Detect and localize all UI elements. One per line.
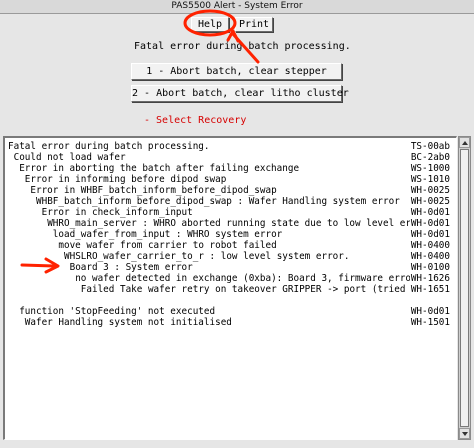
- log-row: WHBF_batch_inform_before_dipod_swap : Wa…: [5, 196, 451, 207]
- log-error-code: WH-0d01: [410, 229, 451, 240]
- log-row: no wafer detected in exchange (0xba): Bo…: [5, 273, 451, 284]
- log-message: WHSLRO_wafer_carrier_to_r : low level sy…: [64, 251, 350, 262]
- log-row: load_wafer_from_input : WHRO system erro…: [5, 229, 451, 240]
- log-error-code: BC-2ab0: [410, 152, 451, 163]
- window-title: PAS5500 Alert - System Error: [0, 0, 474, 14]
- log-row: Fatal error during batch processing. TS-0…: [5, 141, 451, 152]
- log-error-code: TS-00ab: [410, 141, 451, 152]
- help-arrow-head-icon: [226, 29, 240, 43]
- error-log-panel[interactable]: Fatal error during batch processing. TS-0…: [3, 136, 457, 440]
- scroll-down-icon[interactable]: [459, 428, 470, 439]
- log-row: Error in WHBF_batch_inform_before_dipod_…: [5, 185, 451, 196]
- scroll-thumb[interactable]: [460, 149, 469, 427]
- log-error-code: WH-0100: [410, 262, 451, 273]
- help-button[interactable]: Help: [191, 17, 229, 32]
- abort-batch-clear-stepper-button[interactable]: 1 - Abort batch, clear stepper: [131, 63, 342, 80]
- log-message: Could not load wafer: [13, 152, 126, 163]
- log-row: Error in check_inform_input WH-0d01: [5, 207, 451, 218]
- scroll-up-icon[interactable]: [459, 137, 470, 148]
- log-message: Error in aborting the batch after failin…: [19, 163, 300, 174]
- log-error-code: WH-1626: [410, 273, 451, 284]
- log-row: Wafer Handling system not initialised WH-…: [5, 317, 451, 328]
- log-error-code: WH-0400: [410, 251, 451, 262]
- log-error-code: WH-1501: [410, 317, 451, 328]
- log-message: Failed Take wafer retry on takeover GRIP…: [80, 284, 406, 295]
- log-error-code: WH-0400: [410, 240, 451, 251]
- log-message: no wafer detected in exchange (0xba): Bo…: [75, 273, 417, 284]
- log-row: [5, 295, 451, 306]
- log-error-code: WH-0025: [410, 196, 451, 207]
- log-message: move wafer from carrier to robot failed: [58, 240, 277, 251]
- log-row: Failed Take wafer retry on takeover GRIP…: [5, 284, 451, 295]
- log-message: Fatal error during batch processing.: [8, 141, 210, 152]
- log-scrollbar[interactable]: [458, 136, 471, 440]
- select-recovery-label: - Select Recovery: [144, 115, 247, 126]
- log-error-code: WS-1000: [410, 163, 451, 174]
- log-row: function 'StopFeeding' not executed WH-0d…: [5, 306, 451, 317]
- log-error-code: WS-1010: [410, 174, 451, 185]
- abort-batch-clear-litho-cluster-button[interactable]: 2 - Abort batch, clear litho cluster: [131, 85, 349, 102]
- log-message: Board 3 : System error: [69, 262, 193, 273]
- print-button[interactable]: Print: [235, 17, 273, 32]
- log-message: WHBF_batch_inform_before_dipod_swap : Wa…: [36, 196, 400, 207]
- log-error-code: WH-1651: [410, 284, 451, 295]
- log-row: move wafer from carrier to robot failed W…: [5, 240, 451, 251]
- log-message: Wafer Handling system not initialised: [24, 317, 232, 328]
- log-message: Error in check_inform_input: [41, 207, 193, 218]
- log-row: Board 3 : System error WH-0100: [5, 262, 451, 273]
- log-error-code: WH-0d01: [410, 218, 451, 229]
- log-row: Error in informing before dipod swap WS-1…: [5, 174, 451, 185]
- log-row: WHRO_main_server : WHRO aborted running …: [5, 218, 451, 229]
- error-message: Fatal error during batch processing.: [134, 41, 351, 52]
- log-error-code: WH-0025: [410, 185, 451, 196]
- log-row: Could not load wafer BC-2ab0: [5, 152, 451, 163]
- log-message: load_wafer_from_input : WHRO system erro…: [52, 229, 283, 240]
- log-message: Error in informing before dipod swap: [24, 174, 227, 185]
- log-message: Error in WHBF_batch_inform_before_dipod_…: [30, 185, 277, 196]
- log-message: WHRO_main_server : WHRO aborted running …: [47, 218, 428, 229]
- log-row: WHSLRO_wafer_carrier_to_r : low level sy…: [5, 251, 451, 262]
- log-error-code: WH-0d01: [410, 207, 451, 218]
- log-row: Error in aborting the batch after failin…: [5, 163, 451, 174]
- log-message: function 'StopFeeding' not executed: [19, 306, 216, 317]
- log-error-code: WH-0d01: [410, 306, 451, 317]
